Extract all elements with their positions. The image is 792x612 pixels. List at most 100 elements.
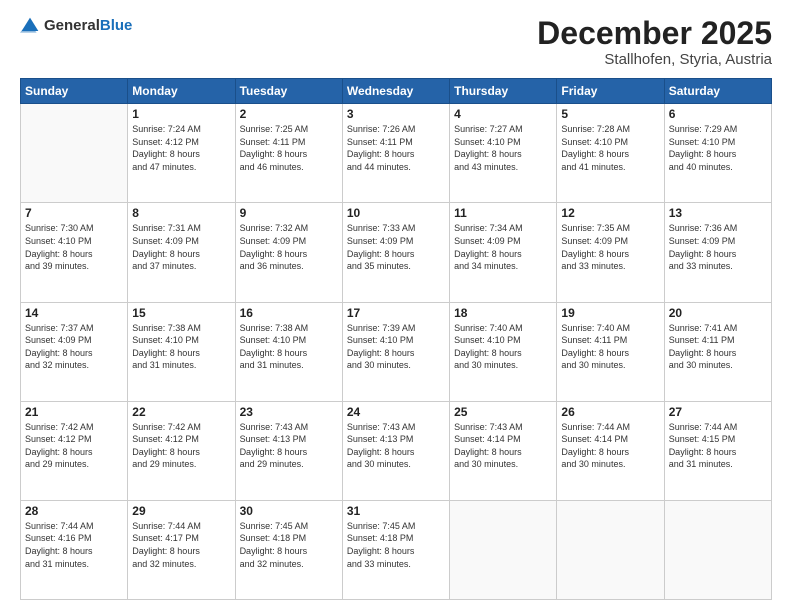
col-tuesday: Tuesday [235,79,342,104]
cell-info: Sunrise: 7:40 AMSunset: 4:11 PMDaylight:… [561,322,659,372]
logo-icon [20,16,40,36]
day-number: 19 [561,306,659,320]
logo: GeneralBlue [20,16,132,36]
calendar-cell: 4 Sunrise: 7:27 AMSunset: 4:10 PMDaylight… [450,104,557,203]
day-number: 30 [240,504,338,518]
calendar-cell: 22 Sunrise: 7:42 AMSunset: 4:12 PMDayligh… [128,401,235,500]
calendar-cell [557,500,664,599]
week-row-4: 21 Sunrise: 7:42 AMSunset: 4:12 PMDayligh… [21,401,772,500]
calendar-cell: 18 Sunrise: 7:40 AMSunset: 4:10 PMDayligh… [450,302,557,401]
day-number: 15 [132,306,230,320]
col-sunday: Sunday [21,79,128,104]
cell-info: Sunrise: 7:43 AMSunset: 4:13 PMDaylight:… [347,421,445,471]
calendar-cell: 5 Sunrise: 7:28 AMSunset: 4:10 PMDaylight… [557,104,664,203]
day-number: 26 [561,405,659,419]
day-number: 23 [240,405,338,419]
calendar-cell: 30Sunrise: 7:45 AMSunset: 4:18 PMDayligh… [235,500,342,599]
calendar-cell: 21 Sunrise: 7:42 AMSunset: 4:12 PMDayligh… [21,401,128,500]
calendar-cell: 7Sunrise: 7:30 AMSunset: 4:10 PMDaylight… [21,203,128,302]
calendar-cell: 23 Sunrise: 7:43 AMSunset: 4:13 PMDayligh… [235,401,342,500]
cell-info: Sunrise: 7:27 AMSunset: 4:10 PMDaylight:… [454,123,552,173]
calendar-cell: 13 Sunrise: 7:36 AMSunset: 4:09 PMDayligh… [664,203,771,302]
cell-info: Sunrise: 7:24 AMSunset: 4:12 PMDaylight:… [132,123,230,173]
day-number: 14 [25,306,123,320]
calendar-cell: 1 Sunrise: 7:24 AMSunset: 4:12 PMDaylight… [128,104,235,203]
day-number: 10 [347,206,445,220]
calendar-subtitle: Stallhofen, Styria, Austria [537,51,772,68]
cell-info: Sunrise: 7:26 AMSunset: 4:11 PMDaylight:… [347,123,445,173]
day-number: 1 [132,107,230,121]
cell-info: Sunrise: 7:44 AMSunset: 4:15 PMDaylight:… [669,421,767,471]
calendar-cell: 25Sunrise: 7:43 AMSunset: 4:14 PMDayligh… [450,401,557,500]
day-number: 4 [454,107,552,121]
cell-info: Sunrise: 7:38 AMSunset: 4:10 PMDaylight:… [132,322,230,372]
day-number: 29 [132,504,230,518]
day-number: 16 [240,306,338,320]
week-row-1: 1 Sunrise: 7:24 AMSunset: 4:12 PMDaylight… [21,104,772,203]
day-number: 13 [669,206,767,220]
week-row-5: 28 Sunrise: 7:44 AMSunset: 4:16 PMDayligh… [21,500,772,599]
day-number: 9 [240,206,338,220]
calendar-cell: 3 Sunrise: 7:26 AMSunset: 4:11 PMDaylight… [342,104,449,203]
calendar-cell: 16 Sunrise: 7:38 AMSunset: 4:10 PMDayligh… [235,302,342,401]
cell-info: Sunrise: 7:29 AMSunset: 4:10 PMDaylight:… [669,123,767,173]
cell-info: Sunrise: 7:36 AMSunset: 4:09 PMDaylight:… [669,222,767,272]
header-row: Sunday Monday Tuesday Wednesday Thursday… [21,79,772,104]
day-number: 21 [25,405,123,419]
col-thursday: Thursday [450,79,557,104]
title-block: December 2025 Stallhofen, Styria, Austri… [537,16,772,68]
cell-info: Sunrise: 7:40 AMSunset: 4:10 PMDaylight:… [454,322,552,372]
day-number: 7 [25,206,123,220]
week-row-3: 14 Sunrise: 7:37 AMSunset: 4:09 PMDayligh… [21,302,772,401]
calendar-table: Sunday Monday Tuesday Wednesday Thursday… [20,78,772,600]
day-number: 27 [669,405,767,419]
calendar-cell: 15 Sunrise: 7:38 AMSunset: 4:10 PMDayligh… [128,302,235,401]
header: GeneralBlue December 2025 Stallhofen, St… [20,16,772,68]
cell-info: Sunrise: 7:42 AMSunset: 4:12 PMDaylight:… [132,421,230,471]
calendar-cell: 11Sunrise: 7:34 AMSunset: 4:09 PMDayligh… [450,203,557,302]
calendar-cell: 8 Sunrise: 7:31 AMSunset: 4:09 PMDaylight… [128,203,235,302]
calendar-cell: 20 Sunrise: 7:41 AMSunset: 4:11 PMDayligh… [664,302,771,401]
calendar-cell: 27 Sunrise: 7:44 AMSunset: 4:15 PMDayligh… [664,401,771,500]
cell-info: Sunrise: 7:44 AMSunset: 4:16 PMDaylight:… [25,520,123,570]
cell-info: Sunrise: 7:39 AMSunset: 4:10 PMDaylight:… [347,322,445,372]
cell-info: Sunrise: 7:31 AMSunset: 4:09 PMDaylight:… [132,222,230,272]
cell-info: Sunrise: 7:42 AMSunset: 4:12 PMDaylight:… [25,421,123,471]
day-number: 22 [132,405,230,419]
calendar-cell: 19 Sunrise: 7:40 AMSunset: 4:11 PMDayligh… [557,302,664,401]
cell-info: Sunrise: 7:25 AMSunset: 4:11 PMDaylight:… [240,123,338,173]
cell-info: Sunrise: 7:38 AMSunset: 4:10 PMDaylight:… [240,322,338,372]
calendar-cell: 26 Sunrise: 7:44 AMSunset: 4:14 PMDayligh… [557,401,664,500]
calendar-cell: 2 Sunrise: 7:25 AMSunset: 4:11 PMDaylight… [235,104,342,203]
cell-info: Sunrise: 7:41 AMSunset: 4:11 PMDaylight:… [669,322,767,372]
calendar-cell [450,500,557,599]
cell-info: Sunrise: 7:32 AMSunset: 4:09 PMDaylight:… [240,222,338,272]
page: GeneralBlue December 2025 Stallhofen, St… [0,0,792,612]
logo-general: GeneralBlue [44,17,132,35]
day-number: 28 [25,504,123,518]
cell-info: Sunrise: 7:37 AMSunset: 4:09 PMDaylight:… [25,322,123,372]
cell-info: Sunrise: 7:45 AMSunset: 4:18 PMDaylight:… [347,520,445,570]
calendar-cell: 14 Sunrise: 7:37 AMSunset: 4:09 PMDayligh… [21,302,128,401]
cell-info: Sunrise: 7:43 AMSunset: 4:13 PMDaylight:… [240,421,338,471]
calendar-cell: 12Sunrise: 7:35 AMSunset: 4:09 PMDayligh… [557,203,664,302]
col-wednesday: Wednesday [342,79,449,104]
cell-info: Sunrise: 7:33 AMSunset: 4:09 PMDaylight:… [347,222,445,272]
day-number: 3 [347,107,445,121]
day-number: 11 [454,206,552,220]
cell-info: Sunrise: 7:28 AMSunset: 4:10 PMDaylight:… [561,123,659,173]
day-number: 24 [347,405,445,419]
day-number: 8 [132,206,230,220]
calendar-cell: 29Sunrise: 7:44 AMSunset: 4:17 PMDayligh… [128,500,235,599]
calendar-cell: 28 Sunrise: 7:44 AMSunset: 4:16 PMDayligh… [21,500,128,599]
col-friday: Friday [557,79,664,104]
day-number: 18 [454,306,552,320]
week-row-2: 7Sunrise: 7:30 AMSunset: 4:10 PMDaylight… [21,203,772,302]
day-number: 31 [347,504,445,518]
day-number: 20 [669,306,767,320]
calendar-cell: 31 Sunrise: 7:45 AMSunset: 4:18 PMDayligh… [342,500,449,599]
day-number: 2 [240,107,338,121]
cell-info: Sunrise: 7:44 AMSunset: 4:14 PMDaylight:… [561,421,659,471]
calendar-cell: 24 Sunrise: 7:43 AMSunset: 4:13 PMDayligh… [342,401,449,500]
day-number: 5 [561,107,659,121]
